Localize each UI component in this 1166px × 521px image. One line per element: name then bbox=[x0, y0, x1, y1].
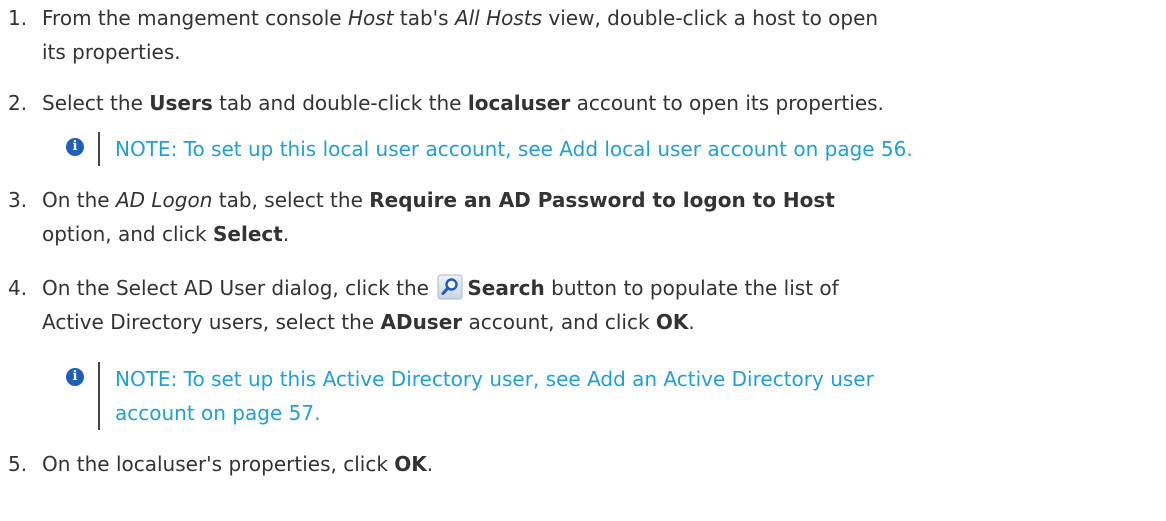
note-divider bbox=[98, 362, 100, 430]
step-number: 3. bbox=[8, 188, 28, 212]
note-2: i NOTE: To set up this Active Directory … bbox=[66, 362, 1156, 430]
search-term: Search bbox=[467, 276, 545, 300]
info-icon: i bbox=[66, 138, 84, 156]
step-number: 2. bbox=[8, 91, 28, 115]
aduser-term: ADuser bbox=[380, 310, 463, 334]
step-number: 5. bbox=[8, 452, 28, 476]
note-text: NOTE: To set up this local user account,… bbox=[115, 137, 913, 161]
note-1: i NOTE: To set up this local user accoun… bbox=[66, 132, 1156, 166]
step-text: On the Select AD User dialog, click the … bbox=[42, 274, 839, 334]
host-tab-term: Host bbox=[347, 6, 394, 30]
require-ad-password-term: Require an AD Password to logon to Host bbox=[369, 188, 835, 212]
info-icon: i bbox=[66, 368, 84, 386]
step-number: 1. bbox=[8, 6, 28, 30]
ad-logon-term: AD Logon bbox=[115, 188, 213, 212]
localuser-term: localuser bbox=[467, 91, 571, 115]
page-link-add-ad-user[interactable]: Add an Active Directory user bbox=[587, 367, 874, 391]
step-text: From the mangement console Host tab's Al… bbox=[42, 6, 879, 64]
ok-term: OK bbox=[394, 452, 427, 476]
search-icon bbox=[437, 274, 463, 300]
all-hosts-term: All Hosts bbox=[454, 6, 543, 30]
users-term: Users bbox=[149, 91, 213, 115]
note-divider bbox=[98, 132, 100, 166]
procedure-document: 1. From the mangement console Host tab's… bbox=[0, 0, 1166, 521]
page-link-add-local-user[interactable]: Add local user account on page 56 bbox=[559, 137, 906, 161]
step-number: 4. bbox=[8, 276, 28, 300]
note-text: NOTE: To set up this Active Directory us… bbox=[115, 367, 874, 425]
step-text: Select the Users tab and double-click th… bbox=[42, 91, 884, 115]
ok-term: OK bbox=[655, 310, 689, 334]
select-term: Select bbox=[213, 222, 283, 246]
step-text: On the localuser's properties, click OK. bbox=[42, 452, 434, 476]
step-text: On the AD Logon tab, select the Require … bbox=[42, 188, 835, 246]
page-link-add-ad-user-continued[interactable]: account on page 57 bbox=[115, 401, 314, 425]
